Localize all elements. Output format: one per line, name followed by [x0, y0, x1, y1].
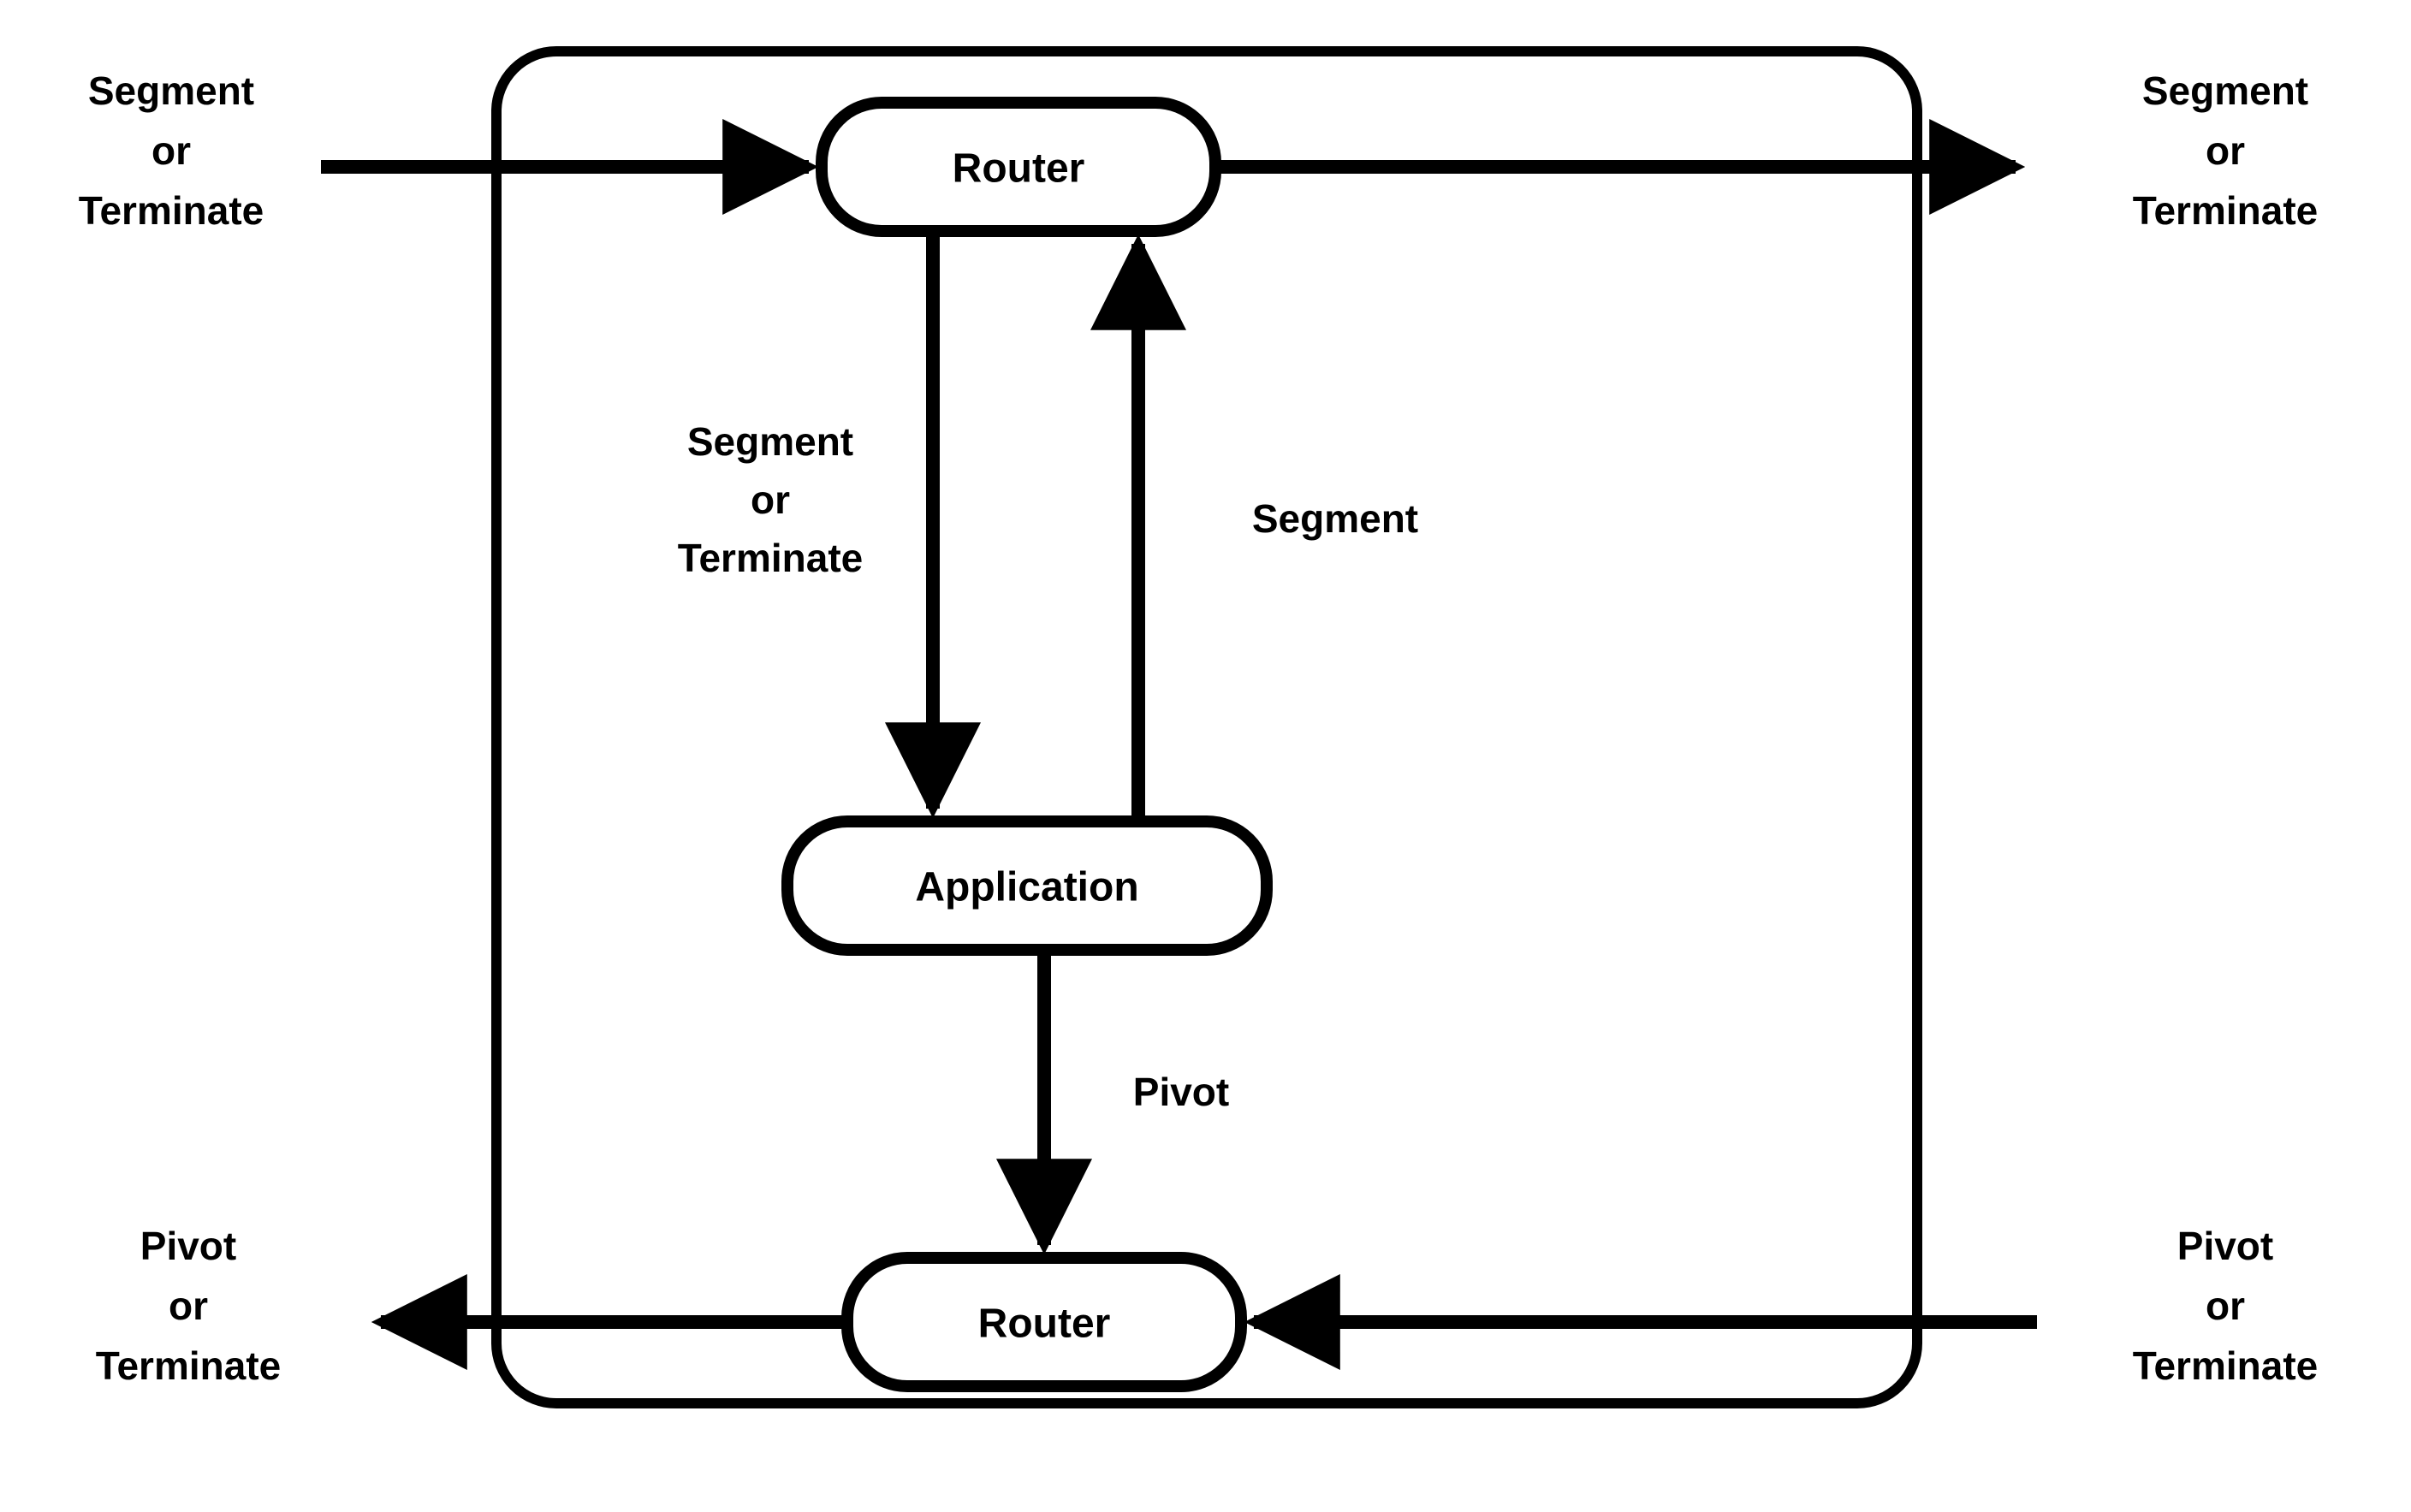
ext-top-right-l1: Segment: [2142, 68, 2308, 113]
router-bottom-label: Router: [978, 1302, 1111, 1347]
edge-app-to-router-b-l1: Pivot: [1133, 1070, 1229, 1114]
router-bottom-node: Router: [847, 1258, 1241, 1386]
ext-top-left-l1: Segment: [88, 68, 254, 113]
ext-top-left-l3: Terminate: [79, 188, 264, 233]
ext-bottom-right-l2: or: [2206, 1284, 2245, 1328]
container-box: [496, 51, 1917, 1403]
edge-app-to-router-l1: Segment: [1252, 496, 1418, 541]
ext-bottom-left-l3: Terminate: [96, 1343, 281, 1388]
ext-bottom-right-l3: Terminate: [2133, 1343, 2318, 1388]
edge-router-to-app-l2: or: [751, 477, 790, 522]
ext-bottom-left-l1: Pivot: [140, 1224, 236, 1268]
router-top-label: Router: [953, 146, 1085, 192]
router-top-node: Router: [822, 103, 1215, 231]
ext-top-left-l2: or: [151, 128, 191, 173]
application-label: Application: [915, 865, 1138, 910]
edge-router-to-app-l1: Segment: [687, 419, 853, 464]
application-node: Application: [787, 821, 1267, 950]
ext-top-right-l3: Terminate: [2133, 188, 2318, 233]
ext-bottom-left-l2: or: [169, 1284, 208, 1328]
edge-router-to-app-l3: Terminate: [678, 536, 863, 580]
ext-top-right-l2: or: [2206, 128, 2245, 173]
ext-bottom-right-l1: Pivot: [2177, 1224, 2273, 1268]
